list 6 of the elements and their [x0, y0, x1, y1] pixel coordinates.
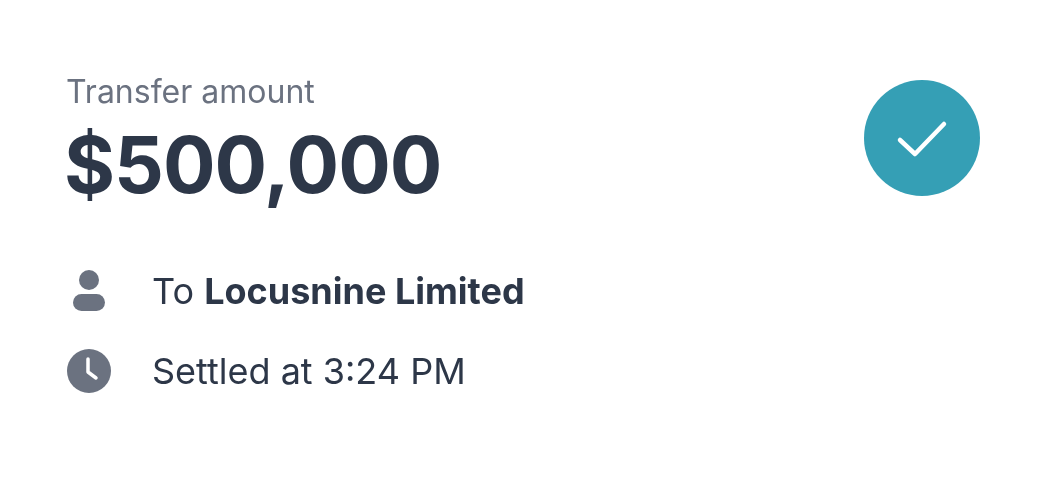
detail-text: Settled at 3:24 PM [152, 348, 466, 394]
detail-text: To Locusnine Limited [152, 268, 525, 314]
clock-icon [66, 348, 112, 394]
amount-label: Transfer amount [66, 72, 316, 112]
check-icon [864, 80, 980, 196]
transfer-amount: $500,000 [64, 120, 443, 210]
